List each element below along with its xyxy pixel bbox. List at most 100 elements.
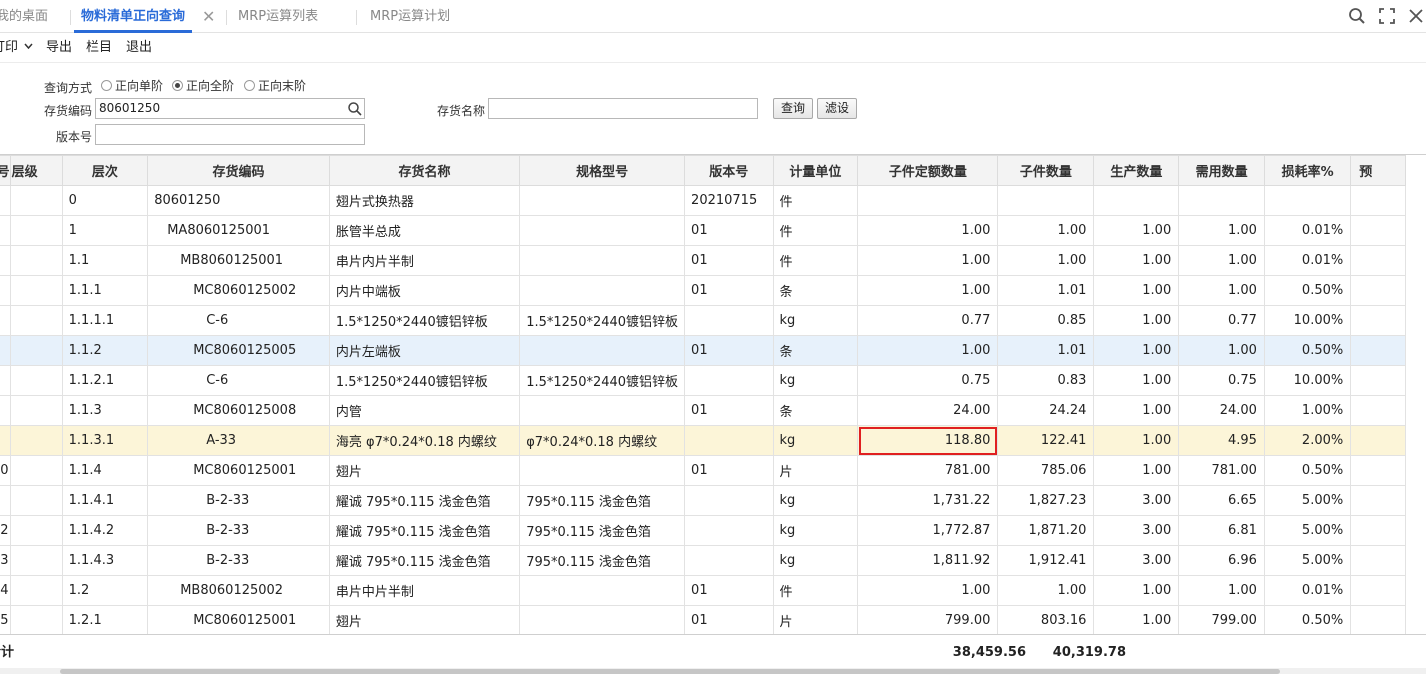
unit-cell[interactable]: kg bbox=[772, 305, 859, 336]
child-qty-cell[interactable]: 122.41 bbox=[997, 425, 1095, 456]
quota-qty-cell[interactable]: 1,811.92 bbox=[857, 545, 999, 576]
row-number-cell[interactable] bbox=[0, 395, 11, 426]
child-qty-cell[interactable]: 1.00 bbox=[997, 245, 1095, 276]
row-number-cell[interactable] bbox=[0, 275, 11, 306]
unit-cell[interactable]: 片 bbox=[772, 605, 859, 634]
inventory-name-cell[interactable]: 串片中片半制 bbox=[328, 575, 521, 606]
loss-rate-cell[interactable] bbox=[1263, 185, 1352, 216]
row-number-cell[interactable] bbox=[0, 365, 11, 396]
child-qty-cell[interactable]: 1.01 bbox=[997, 275, 1095, 306]
inventory-name-cell[interactable]: 翅片 bbox=[328, 455, 521, 486]
row-number-cell[interactable]: 3 bbox=[0, 545, 11, 576]
production-qty-cell[interactable] bbox=[1093, 185, 1180, 216]
inventory-code-cell[interactable]: C-6 bbox=[147, 305, 330, 336]
spec-cell[interactable]: 795*0.115 浅金色箔 bbox=[519, 515, 686, 546]
row-number-cell[interactable] bbox=[0, 425, 11, 456]
loss-rate-cell[interactable]: 1.00% bbox=[1263, 395, 1352, 426]
row-number-cell[interactable] bbox=[0, 335, 11, 366]
table-row[interactable]: 1.1.2 MC8060125005 内片左端板 01 条 1.00 1.01 1.00 1.0… bbox=[0, 335, 1406, 366]
level-index-cell[interactable] bbox=[9, 275, 63, 306]
table-row[interactable]: 0 1.1.4 MC8060125001 翅片 01 片 781.00 785.06 1.00 7… bbox=[0, 455, 1406, 486]
child-qty-cell[interactable]: 803.16 bbox=[997, 605, 1095, 634]
unit-cell[interactable]: kg bbox=[772, 545, 859, 576]
required-qty-cell[interactable]: 6.81 bbox=[1178, 515, 1265, 546]
inventory-name-cell[interactable]: 1.5*1250*2440镀铝锌板 bbox=[328, 365, 521, 396]
column-header[interactable]: 版本号 bbox=[684, 155, 774, 186]
tab-desktop[interactable]: 我的桌面 bbox=[0, 0, 48, 33]
quota-qty-cell[interactable] bbox=[857, 185, 999, 216]
production-qty-cell[interactable]: 1.00 bbox=[1093, 305, 1180, 336]
version-input[interactable] bbox=[95, 124, 365, 145]
loss-rate-cell[interactable]: 0.01% bbox=[1263, 245, 1352, 276]
level-cell[interactable]: 1.1.4.1 bbox=[61, 485, 149, 516]
column-header[interactable]: 子件数量 bbox=[997, 155, 1095, 186]
required-qty-cell[interactable]: 1.00 bbox=[1178, 275, 1265, 306]
radio-forward-single[interactable]: 正向单阶 bbox=[101, 77, 163, 93]
loss-rate-cell[interactable]: 5.00% bbox=[1263, 545, 1352, 576]
version-cell[interactable]: 20210715 bbox=[684, 185, 774, 216]
exit-button[interactable]: 退出 bbox=[126, 33, 152, 63]
column-header[interactable]: 损耗率% bbox=[1263, 155, 1352, 186]
loss-rate-cell[interactable]: 5.00% bbox=[1263, 515, 1352, 546]
column-header[interactable]: 预 bbox=[1350, 155, 1406, 186]
level-index-cell[interactable] bbox=[9, 365, 63, 396]
required-qty-cell[interactable]: 799.00 bbox=[1178, 605, 1265, 634]
production-qty-cell[interactable]: 3.00 bbox=[1093, 485, 1180, 516]
unit-cell[interactable]: 条 bbox=[772, 335, 859, 366]
search-icon[interactable] bbox=[1347, 6, 1367, 26]
required-qty-cell[interactable]: 1.00 bbox=[1178, 575, 1265, 606]
spec-cell[interactable] bbox=[519, 215, 686, 246]
spec-cell[interactable] bbox=[519, 575, 686, 606]
production-qty-cell[interactable]: 1.00 bbox=[1093, 275, 1180, 306]
production-qty-cell[interactable]: 1.00 bbox=[1093, 365, 1180, 396]
unit-cell[interactable]: 条 bbox=[772, 275, 859, 306]
spec-cell[interactable]: 1.5*1250*2440镀铝锌板 bbox=[519, 365, 686, 396]
level-cell[interactable]: 1.1.1 bbox=[61, 275, 149, 306]
level-index-cell[interactable] bbox=[9, 245, 63, 276]
columns-button[interactable]: 栏目 bbox=[86, 33, 112, 63]
child-qty-cell[interactable]: 24.24 bbox=[997, 395, 1095, 426]
row-number-cell[interactable] bbox=[0, 305, 11, 336]
quota-qty-cell[interactable]: 799.00 bbox=[857, 605, 999, 634]
column-header[interactable]: 计量单位 bbox=[772, 155, 859, 186]
inventory-name-cell[interactable]: 1.5*1250*2440镀铝锌板 bbox=[328, 305, 521, 336]
level-cell[interactable]: 1.2.1 bbox=[61, 605, 149, 634]
level-cell[interactable]: 1.2 bbox=[61, 575, 149, 606]
table-row[interactable]: 4 1.2 MB8060125002 串片中片半制 01 件 1.00 1.00 1.00 1.0… bbox=[0, 575, 1406, 606]
radio-forward-last[interactable]: 正向末阶 bbox=[244, 77, 306, 93]
row-number-cell[interactable] bbox=[0, 185, 11, 216]
column-header[interactable]: 存货编码 bbox=[147, 155, 330, 186]
inventory-code-cell[interactable]: B-2-33 bbox=[147, 545, 330, 576]
quota-qty-cell[interactable]: 1.00 bbox=[857, 245, 999, 276]
inventory-code-input[interactable]: 80601250 bbox=[95, 98, 365, 119]
required-qty-cell[interactable]: 24.00 bbox=[1178, 395, 1265, 426]
table-row[interactable]: 1.1.2.1 C-6 1.5*1250*2440镀铝锌板 1.5*1250*2440… bbox=[0, 365, 1406, 396]
table-row[interactable]: 1.1.4.1 B-2-33 耀诚 795*0.115 浅金色箔 795*0.115 … bbox=[0, 485, 1406, 516]
version-cell[interactable]: 01 bbox=[684, 215, 774, 246]
level-index-cell[interactable] bbox=[9, 485, 63, 516]
quota-qty-cell[interactable]: 0.77 bbox=[857, 305, 999, 336]
inventory-code-cell[interactable]: MC8060125001 bbox=[147, 455, 330, 486]
version-cell[interactable]: 01 bbox=[684, 245, 774, 276]
unit-cell[interactable]: 件 bbox=[772, 245, 859, 276]
print-button[interactable]: 打印 bbox=[0, 33, 33, 63]
quota-qty-cell[interactable]: 1.00 bbox=[857, 575, 999, 606]
unit-cell[interactable]: 件 bbox=[772, 185, 859, 216]
production-qty-cell[interactable]: 1.00 bbox=[1093, 425, 1180, 456]
level-cell[interactable]: 1.1 bbox=[61, 245, 149, 276]
unit-cell[interactable]: 片 bbox=[772, 455, 859, 486]
level-cell[interactable]: 1 bbox=[61, 215, 149, 246]
production-qty-cell[interactable]: 1.00 bbox=[1093, 605, 1180, 634]
level-cell[interactable]: 1.1.4.3 bbox=[61, 545, 149, 576]
inventory-name-cell[interactable]: 翅片式换热器 bbox=[328, 185, 521, 216]
fullscreen-icon[interactable] bbox=[1377, 6, 1397, 26]
inventory-name-cell[interactable]: 翅片 bbox=[328, 605, 521, 634]
quota-qty-cell[interactable]: 1.00 bbox=[857, 335, 999, 366]
horizontal-scrollbar[interactable] bbox=[0, 668, 1426, 674]
unit-cell[interactable]: 件 bbox=[772, 215, 859, 246]
close-icon[interactable] bbox=[1406, 6, 1426, 26]
row-number-cell[interactable]: 5 bbox=[0, 605, 11, 634]
child-qty-cell[interactable]: 1.00 bbox=[997, 575, 1095, 606]
inventory-code-cell[interactable]: MC8060125001 bbox=[147, 605, 330, 634]
version-cell[interactable]: 01 bbox=[684, 455, 774, 486]
